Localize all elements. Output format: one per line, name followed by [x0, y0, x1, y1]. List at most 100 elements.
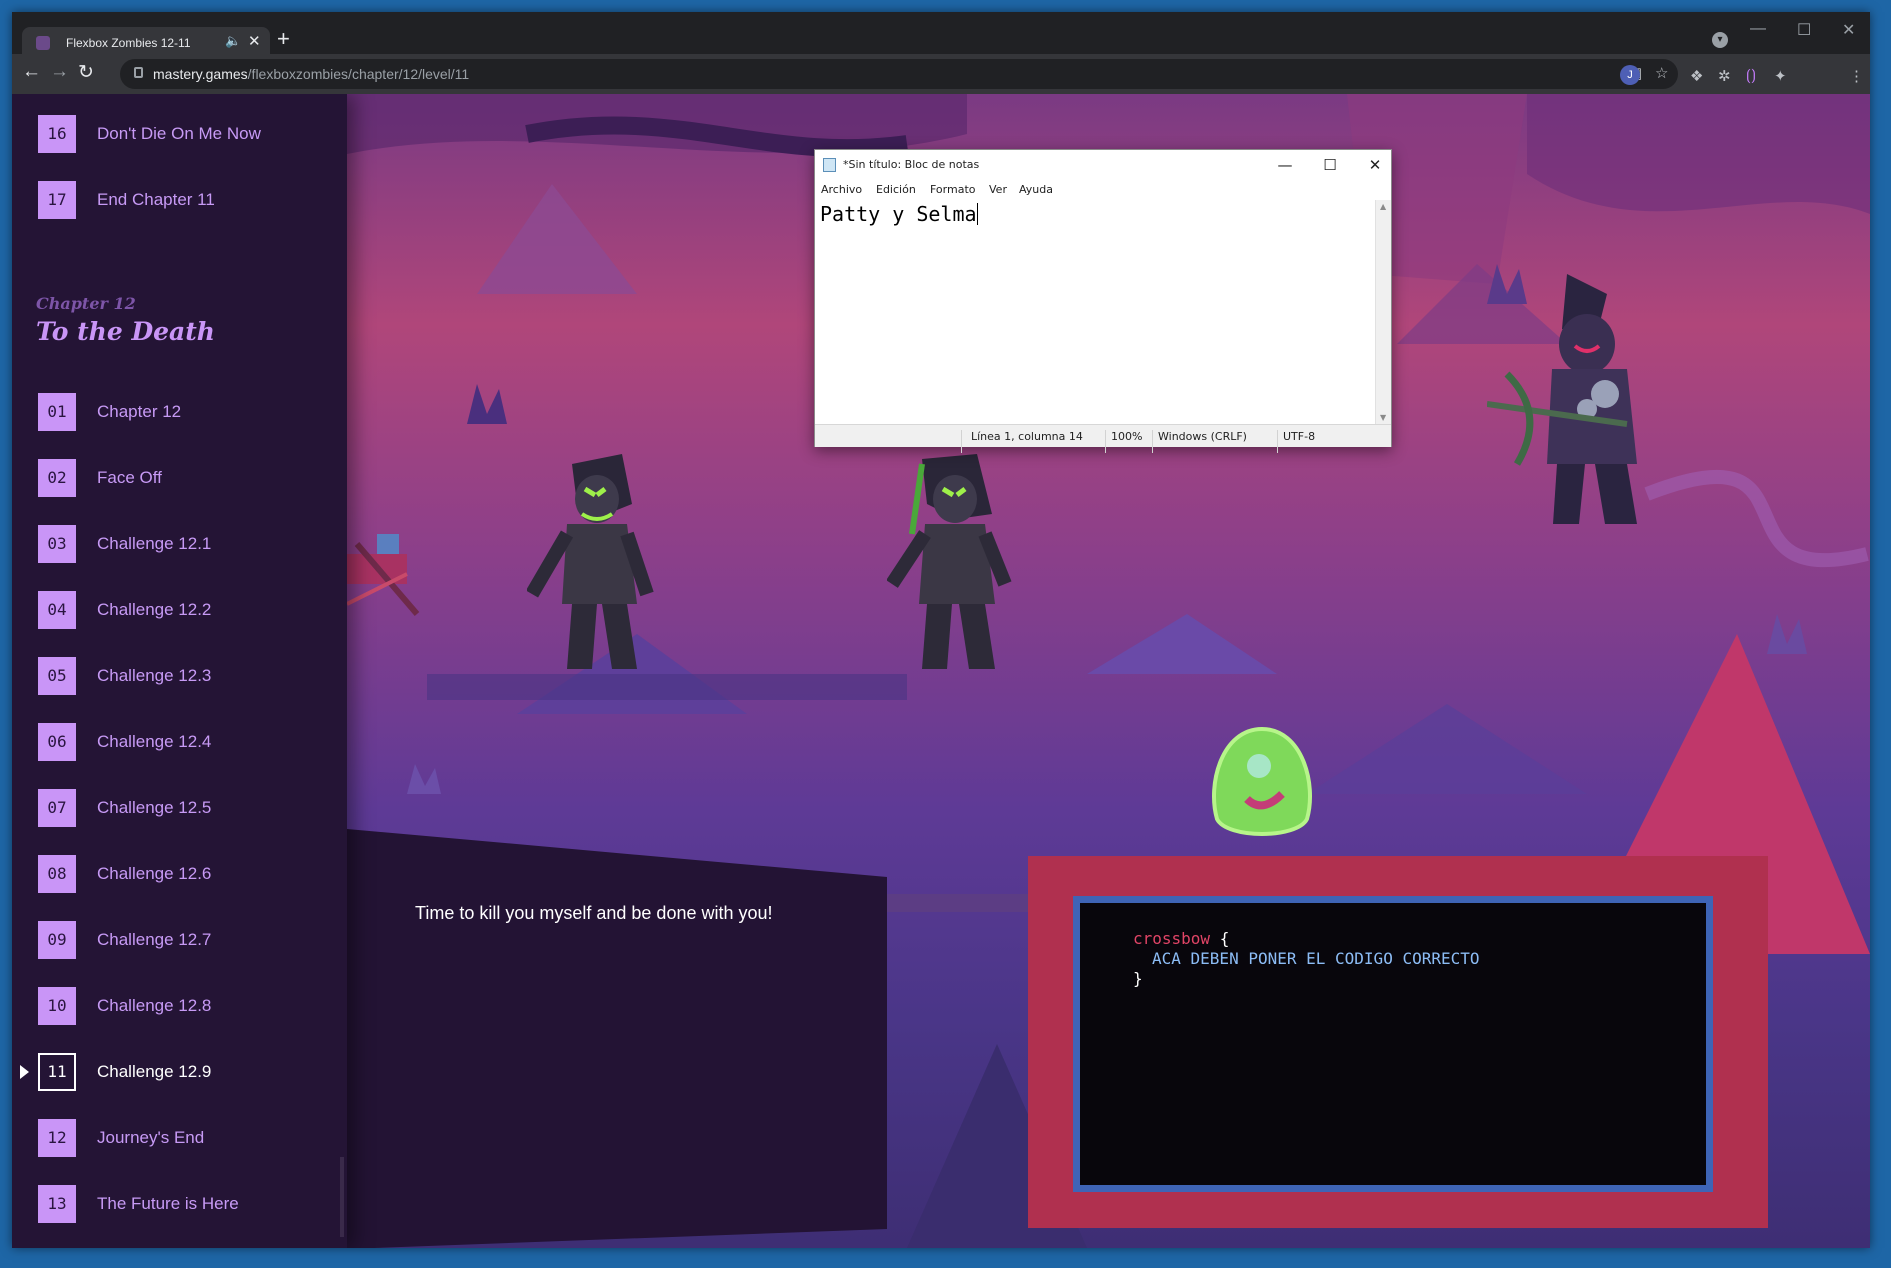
level-label: Challenge 12.3 [97, 666, 212, 685]
level-item[interactable]: 03 Challenge 12.1 [38, 525, 338, 563]
forward-arrow-icon[interactable]: → [50, 61, 69, 83]
level-item[interactable]: 01 Chapter 12 [38, 393, 338, 431]
level-label: Journey's End [97, 1128, 205, 1147]
sidebar-scrollbar[interactable] [340, 1157, 344, 1237]
status-separator [961, 430, 962, 453]
level-item[interactable]: 17 End Chapter 11 [38, 181, 338, 219]
notepad-window: *Sin título: Bloc de notas — ☐ ✕ Archivo… [814, 149, 1392, 453]
level-label: Challenge 12.4 [97, 732, 212, 751]
menu-edicion[interactable]: Edición [876, 183, 916, 196]
status-zoom: 100% [1111, 430, 1143, 443]
status-position: Línea 1, columna 14 [971, 430, 1083, 443]
level-number: 01 [38, 393, 76, 431]
reload-icon[interactable]: ↻ [78, 61, 94, 84]
level-number: 08 [38, 855, 76, 893]
notepad-app-icon [823, 158, 836, 172]
extension-gear-icon[interactable]: ✲ [1718, 67, 1731, 85]
menu-ver[interactable]: Ver [989, 183, 1007, 196]
minimize-icon[interactable]: — [1750, 20, 1766, 38]
level-item[interactable]: 05 Challenge 12.3 [38, 657, 338, 695]
notepad-maximize-icon[interactable]: ☐ [1310, 153, 1350, 177]
level-item[interactable]: 08 Challenge 12.6 [38, 855, 338, 893]
extension-paw-icon[interactable]: ❖ [1690, 67, 1703, 85]
bookmark-star-icon[interactable]: ☆ [1655, 64, 1668, 82]
green-slime-zombie [1212, 726, 1312, 836]
menu-dots-icon[interactable]: ⋮ [1849, 67, 1864, 85]
level-number: 16 [38, 115, 76, 153]
level-label: Chapter 12 [97, 402, 182, 421]
url-text: mastery.games/flexboxzombies/chapter/12/… [153, 66, 470, 82]
level-label: Challenge 12.6 [97, 864, 212, 883]
current-level-arrow-icon [20, 1065, 29, 1079]
level-label: Challenge 12.7 [97, 930, 212, 949]
level-number: 11 [38, 1053, 76, 1091]
level-number: 02 [38, 459, 76, 497]
level-item[interactable]: 06 Challenge 12.4 [38, 723, 338, 761]
zombie-figure-left [527, 454, 654, 669]
css-code-editor[interactable]: crossbow { ACA DEBEN PONER EL CODIGO COR… [1073, 896, 1713, 1192]
menu-ayuda[interactable]: Ayuda [1019, 183, 1053, 196]
notepad-vertical-scrollbar[interactable]: ▲ ▼ [1375, 200, 1391, 424]
chapter-title: To the Death [36, 317, 215, 346]
scroll-down-icon[interactable]: ▼ [1380, 413, 1386, 422]
level-label: Face Off [97, 468, 162, 487]
level-item[interactable]: 07 Challenge 12.5 [38, 789, 338, 827]
zombie-favicon-icon [36, 36, 50, 50]
level-item[interactable]: 13 The Future is Here [38, 1185, 338, 1223]
speaker-icon[interactable]: 🔈 [225, 33, 241, 49]
level-label: Challenge 12.1 [97, 534, 212, 553]
code-line-close: } [1133, 969, 1143, 988]
level-number: 04 [38, 591, 76, 629]
new-tab-button[interactable]: + [277, 26, 290, 52]
extensions-puzzle-icon[interactable]: ✦ [1774, 67, 1787, 85]
level-number: 10 [38, 987, 76, 1025]
chapter-kicker: Chapter 12 [36, 294, 136, 313]
back-arrow-icon[interactable]: ← [22, 61, 41, 83]
status-line-endings: Windows (CRLF) [1158, 430, 1247, 443]
zombie-figure-middle [887, 454, 1012, 669]
level-number: 07 [38, 789, 76, 827]
level-item-active[interactable]: 11 Challenge 12.9 [20, 1053, 338, 1091]
level-label: Challenge 12.5 [97, 798, 212, 817]
notepad-content: Patty y Selma [820, 202, 978, 226]
code-line-body[interactable]: ACA DEBEN PONER EL CODIGO CORRECTO [1152, 949, 1480, 968]
tab-close-icon[interactable]: ✕ [248, 32, 261, 50]
status-separator [1152, 430, 1153, 453]
dialog-text: Time to kill you myself and be done with… [415, 903, 773, 923]
level-item[interactable]: 04 Challenge 12.2 [38, 591, 338, 629]
notepad-text-area[interactable]: Patty y Selma [820, 202, 1370, 422]
level-item[interactable]: 02 Face Off [38, 459, 338, 497]
status-separator [1277, 430, 1278, 453]
level-number: 17 [38, 181, 76, 219]
menu-archivo[interactable]: Archivo [821, 183, 862, 196]
level-label: Challenge 12.9 [97, 1062, 212, 1081]
status-separator [1105, 430, 1106, 453]
notepad-titlebar[interactable]: *Sin título: Bloc de notas — ☐ ✕ [815, 150, 1391, 180]
level-label: Challenge 12.2 [97, 600, 212, 619]
code-line-selector: crossbow { [1133, 929, 1230, 948]
lock-icon [134, 67, 143, 78]
notepad-title: *Sin título: Bloc de notas [843, 158, 980, 171]
tab-title: Flexbox Zombies 12-11 [66, 36, 191, 50]
scroll-up-icon[interactable]: ▲ [1380, 202, 1386, 211]
tab-strip: Flexbox Zombies 12-11 🔈 ✕ + ▾ — ☐ ✕ [12, 12, 1870, 60]
level-number: 06 [38, 723, 76, 761]
level-number: 03 [38, 525, 76, 563]
address-bar[interactable]: mastery.games/flexboxzombies/chapter/12/… [120, 59, 1678, 89]
level-item[interactable]: 12 Journey's End [38, 1119, 338, 1157]
maximize-icon[interactable]: ☐ [1797, 20, 1811, 40]
notepad-minimize-icon[interactable]: — [1265, 153, 1305, 177]
profile-avatar[interactable]: J [1620, 65, 1640, 85]
close-window-icon[interactable]: ✕ [1842, 20, 1855, 40]
extension-brackets-icon[interactable]: ⟮⟯ [1746, 67, 1756, 84]
text-caret [976, 203, 978, 225]
level-label: Don't Die On Me Now [97, 124, 261, 143]
level-item[interactable]: 10 Challenge 12.8 [38, 987, 338, 1025]
level-item[interactable]: 16 Don't Die On Me Now [38, 115, 338, 153]
tab-search-icon[interactable]: ▾ [1712, 32, 1728, 48]
browser-toolbar: ← → ↻ mastery.games/flexboxzombies/chapt… [12, 54, 1870, 94]
level-number: 13 [38, 1185, 76, 1223]
notepad-close-icon[interactable]: ✕ [1355, 153, 1395, 177]
menu-formato[interactable]: Formato [930, 183, 976, 196]
level-item[interactable]: 09 Challenge 12.7 [38, 921, 338, 959]
